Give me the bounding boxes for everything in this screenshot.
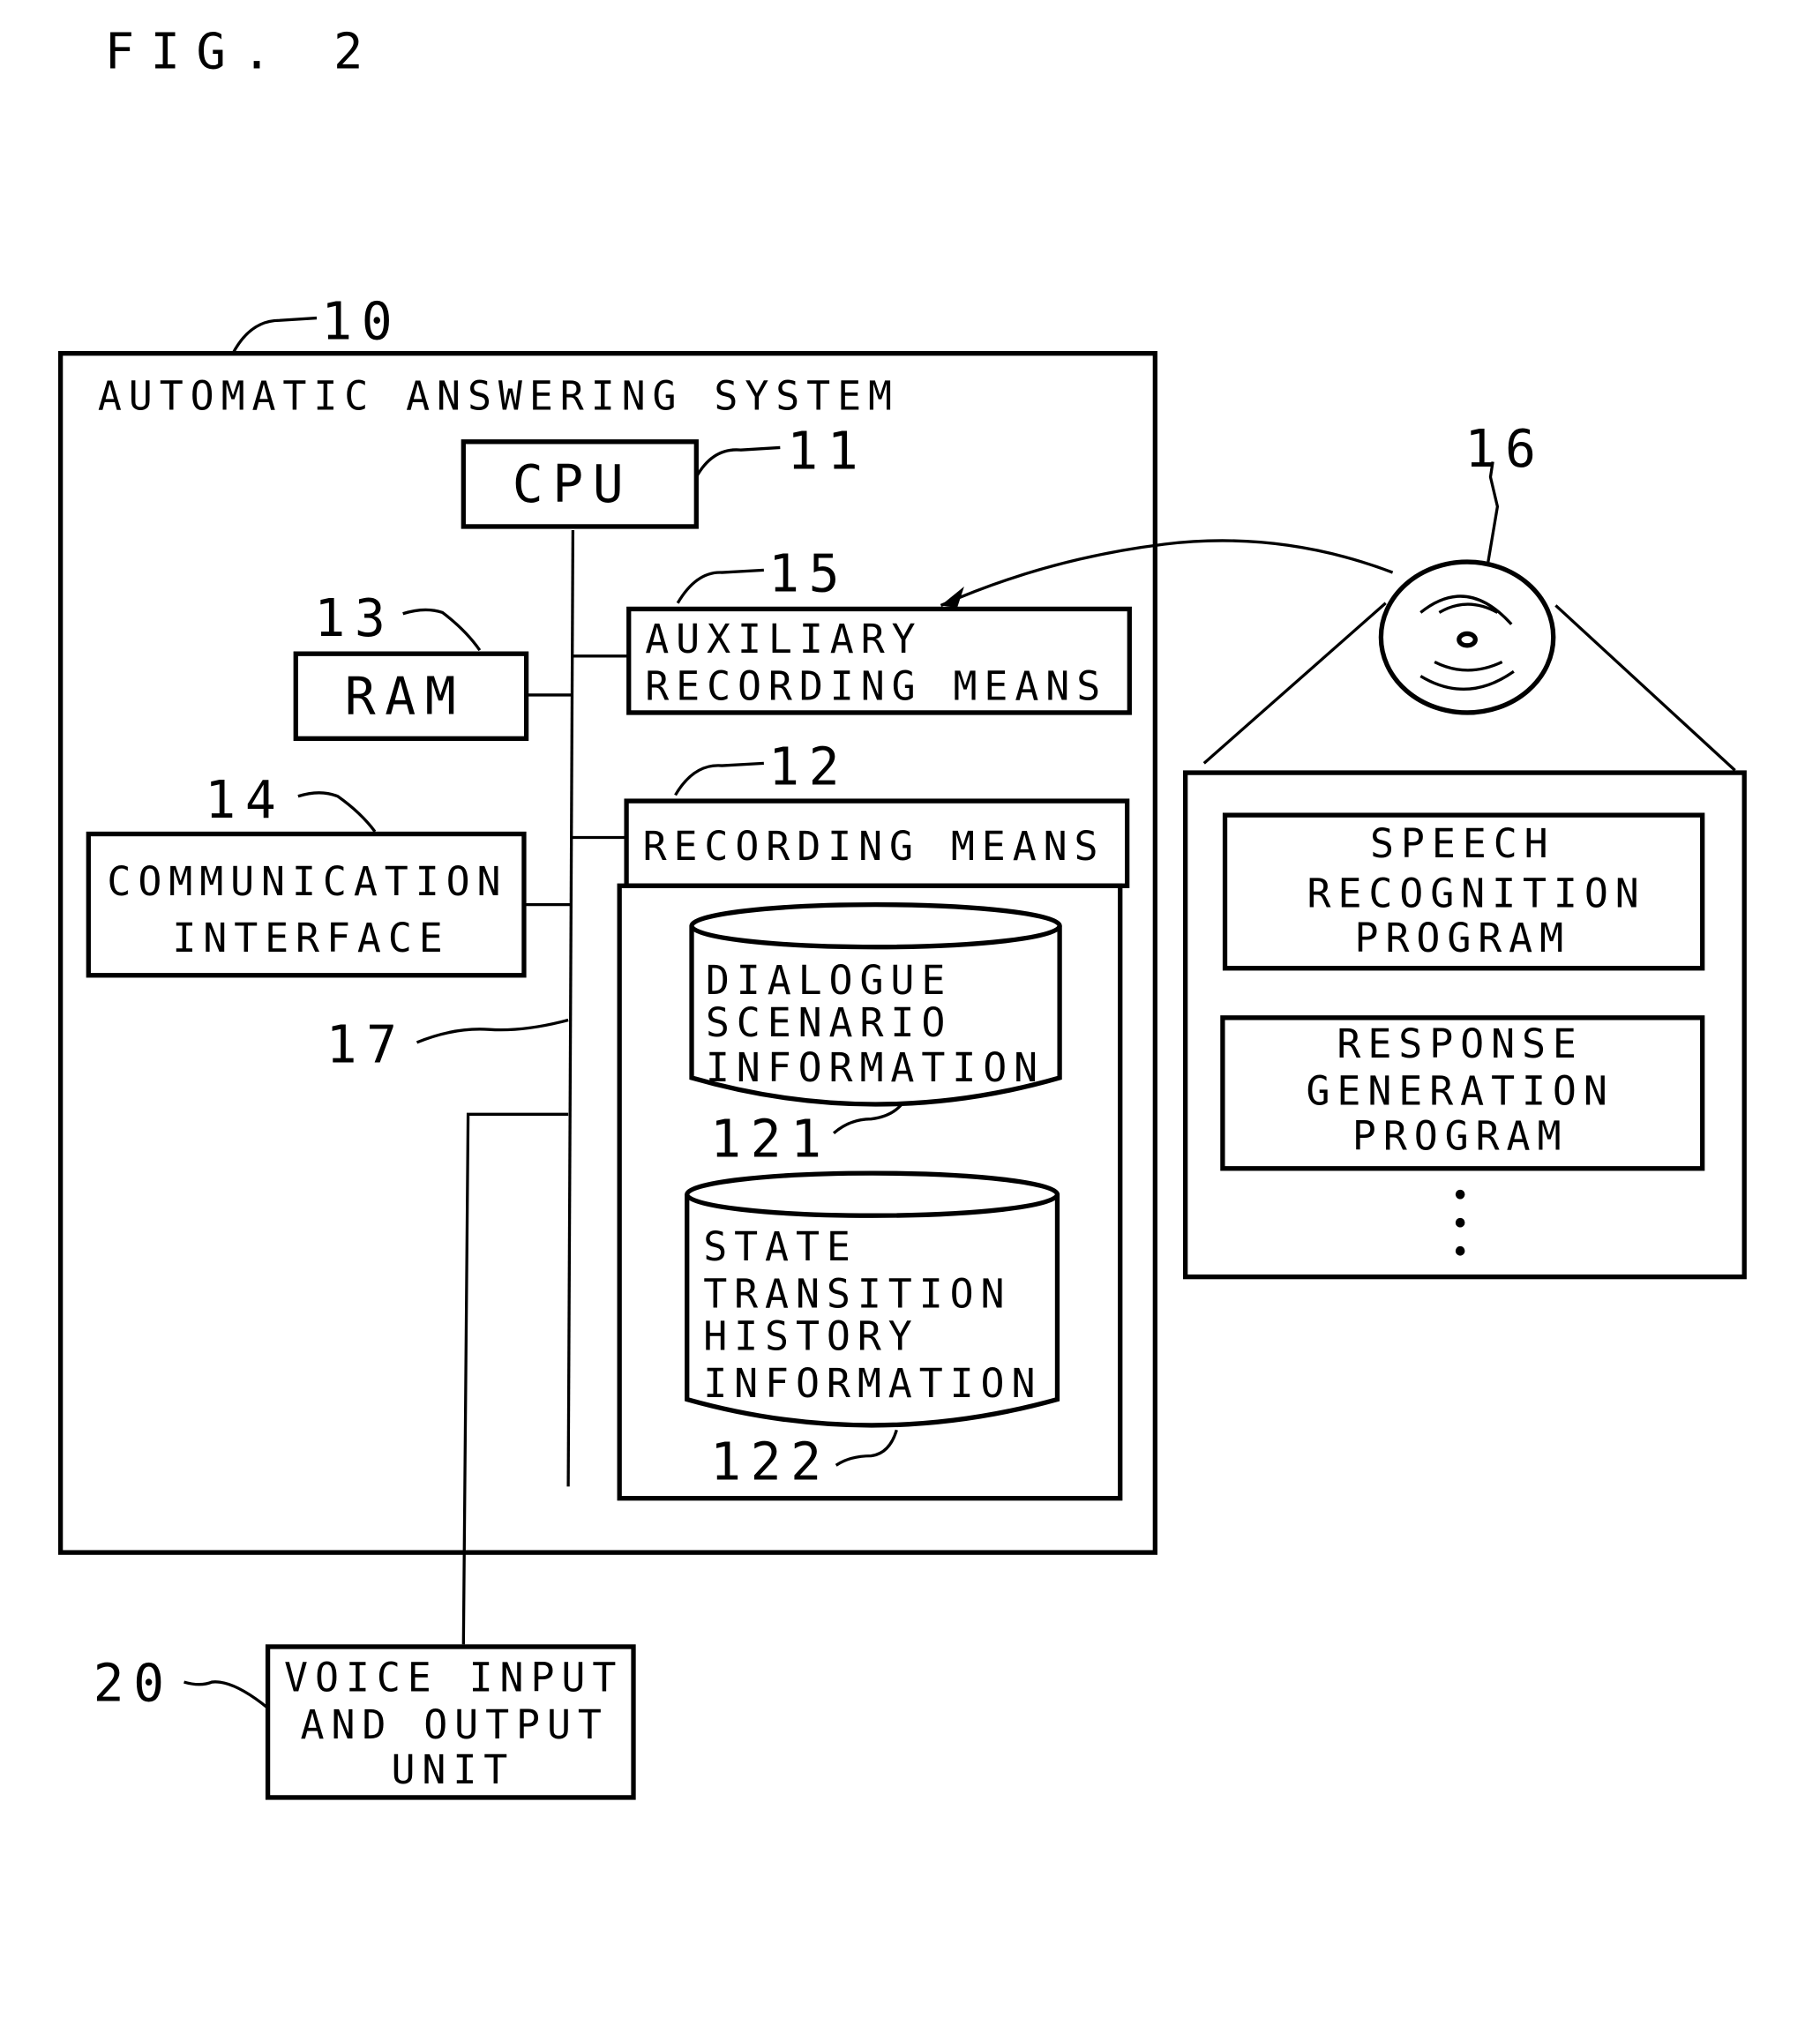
- speech-recognition-program: SPEECH RECOGNITION PROGRAM: [1222, 812, 1705, 971]
- figure-title: FIG. 2: [105, 23, 379, 80]
- program-1-line-3: PROGRAM: [1355, 915, 1570, 961]
- ref-17: 17: [326, 1014, 407, 1074]
- voice-unit-line-2: AND OUTPUT: [301, 1701, 609, 1748]
- comm-label-line-1: COMMUNICATION: [107, 858, 507, 905]
- disc-icon: [1378, 559, 1556, 715]
- figure-canvas: FIG. 2 10 AUTOMATIC ANSWERING SYSTEM 17 …: [57, 23, 1747, 1800]
- ref-15: 15: [768, 543, 849, 603]
- program-2-line-3: PROGRAM: [1352, 1112, 1568, 1159]
- aux-label-line-2: RECORDING MEANS: [645, 662, 1107, 709]
- ram-label: RAM: [345, 666, 466, 726]
- db-122-line-4: INFORMATION: [703, 1360, 1042, 1407]
- system-title: AUTOMATIC ANSWERING SYSTEM: [98, 372, 899, 419]
- ref-121: 121: [710, 1109, 831, 1169]
- voice-unit-line-1: VOICE INPUT: [284, 1654, 623, 1701]
- ref-leader-20: [183, 1680, 269, 1709]
- comm-label-line-2: INTERFACE: [172, 915, 449, 961]
- db-122-line-1: STATE: [703, 1223, 858, 1270]
- ref-leader-10: [231, 316, 318, 355]
- ref-10: 10: [321, 291, 401, 351]
- cpu-label: CPU: [513, 454, 633, 514]
- voice-unit-line-3: UNIT: [391, 1746, 514, 1793]
- ref-122: 122: [710, 1432, 831, 1491]
- ref-14: 14: [205, 769, 285, 829]
- voice-io-unit: VOICE INPUT AND OUTPUT UNIT 20: [94, 1644, 636, 1800]
- program-1-line-2: RECOGNITION: [1307, 870, 1646, 916]
- db-122-top: [685, 1170, 1060, 1218]
- response-generation-program: RESPONSE GENERATION PROGRAM: [1220, 1015, 1705, 1171]
- db-121-top: [689, 901, 1062, 950]
- db-122-line-2: TRANSITION: [703, 1270, 1011, 1317]
- ref-12: 12: [768, 736, 849, 796]
- expansion-line-right: [1554, 604, 1736, 772]
- ref-20: 20: [94, 1653, 174, 1713]
- program-1-line-1: SPEECH: [1370, 820, 1555, 867]
- ref-11: 11: [787, 421, 867, 481]
- db-122-line-3: HISTORY: [703, 1312, 918, 1359]
- aux-label-line-1: AUXILIARY: [645, 616, 922, 662]
- db-121-line-2: SCENARIO: [706, 999, 952, 1046]
- ref-16: 16: [1464, 419, 1545, 479]
- recording-label: RECORDING MEANS: [643, 823, 1105, 870]
- program-2-line-1: RESPONSE: [1337, 1020, 1583, 1067]
- ref-13: 13: [314, 588, 394, 648]
- program-2-line-2: GENERATION: [1307, 1067, 1614, 1114]
- expansion-line-left: [1202, 602, 1387, 765]
- db-121-line-3: INFORMATION: [706, 1044, 1045, 1091]
- recording-means-block: RECORDING MEANS 12 DIALOGUE SCENARIO INF…: [617, 736, 1130, 1501]
- db-121-line-1: DIALOGUE: [706, 957, 952, 1004]
